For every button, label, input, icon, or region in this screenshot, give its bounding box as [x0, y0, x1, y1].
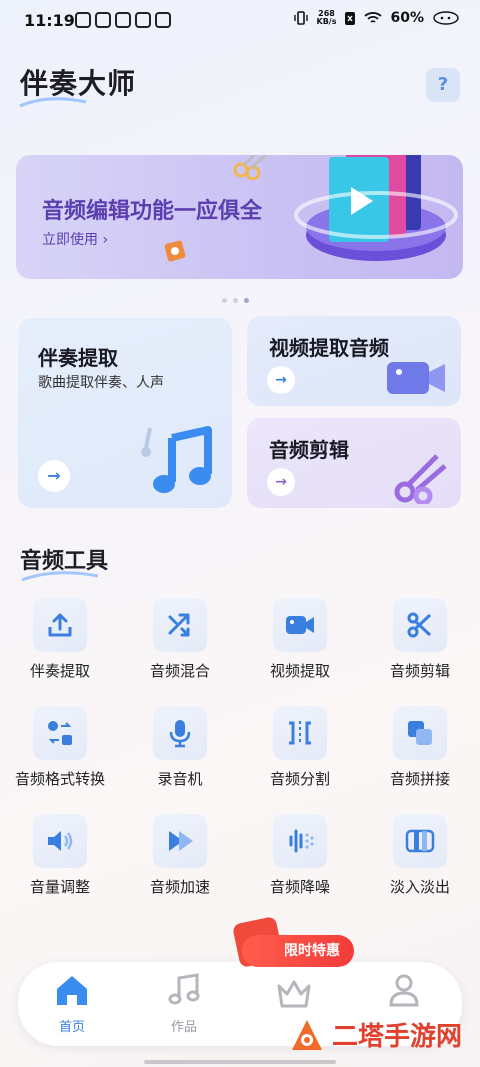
video-camera-icon [387, 362, 445, 394]
battery-level: 60% [390, 10, 424, 26]
volume-icon [33, 814, 87, 868]
fade-icon [393, 814, 447, 868]
vibrate-icon [293, 11, 308, 25]
scissors-decoration-icon [233, 155, 268, 180]
tool-label: 伴奏提取 [29, 662, 90, 680]
music-note-icon [168, 973, 200, 1005]
tool-fade[interactable]: 淡入淡出 [370, 814, 470, 897]
microphone-icon [153, 706, 207, 760]
nav-vip[interactable] [254, 976, 334, 1014]
card-subtitle: 歌曲提取伴奏、人声 [38, 375, 164, 391]
speed-unit: KB/s [316, 17, 337, 26]
battery-icon [433, 11, 459, 25]
tool-label: 音频加速 [149, 878, 210, 896]
audio-edit-card[interactable]: 音频剪辑 → [247, 418, 461, 508]
status-time: 11:19 [24, 11, 75, 30]
sim-icon [345, 11, 356, 25]
tool-audio-mix[interactable]: 音频混合 [130, 598, 230, 681]
tool-label: 录音机 [157, 770, 203, 788]
merge-icon [393, 706, 447, 760]
tool-label: 视频提取 [269, 662, 330, 680]
nav-home[interactable]: 首页 [32, 972, 112, 1035]
wifi-icon [364, 12, 383, 23]
crown-icon [277, 980, 311, 1008]
card-title: 伴奏提取 [38, 346, 118, 370]
tool-audio-split[interactable]: 音频分割 [250, 706, 350, 789]
tool-accompaniment-extract[interactable]: 伴奏提取 [10, 598, 110, 681]
tool-label: 音频降噪 [269, 878, 330, 896]
user-icon [389, 974, 419, 1007]
tool-label: 音频拼接 [389, 770, 450, 788]
nav-profile[interactable] [364, 972, 444, 1012]
app-notification-icon [135, 12, 151, 28]
card-title: 视频提取音频 [269, 336, 389, 360]
tool-label: 音频格式转换 [14, 770, 105, 788]
home-icon [57, 976, 87, 1005]
cube-decoration-icon [164, 240, 186, 262]
convert-icon [33, 706, 87, 760]
arrow-right-button[interactable]: → [267, 468, 295, 496]
split-icon [273, 706, 327, 760]
network-speed: 268 KB/s [317, 10, 337, 26]
shuffle-icon [153, 598, 207, 652]
upload-icon [33, 598, 87, 652]
tool-audio-edit[interactable]: 音频剪辑 [370, 598, 470, 681]
tool-label: 淡入淡出 [389, 878, 450, 896]
banner-cta[interactable]: 立即使用 › [42, 229, 108, 249]
pagination-dot-active [244, 298, 249, 303]
tool-video-extract[interactable]: 视频提取 [250, 598, 350, 681]
status-bar: 11:19 268 KB/s 60% [0, 0, 480, 44]
arrow-right-button[interactable]: → [267, 366, 295, 394]
tool-audio-speed[interactable]: 音频加速 [130, 814, 230, 897]
nav-label: 首页 [58, 1020, 85, 1035]
scissors-icon [393, 598, 447, 652]
app-notification-icon [115, 12, 131, 28]
tool-recorder[interactable]: 录音机 [130, 706, 230, 789]
video-camera-icon [273, 598, 327, 652]
tool-label: 音量调整 [29, 878, 90, 896]
pagination-dot [233, 298, 238, 303]
banner-pagination [222, 298, 249, 303]
tool-volume-adjust[interactable]: 音量调整 [10, 814, 110, 897]
tool-format-convert[interactable]: 音频格式转换 [10, 706, 110, 789]
nav-label: 作品 [170, 1020, 197, 1035]
accompaniment-extract-card[interactable]: 伴奏提取 歌曲提取伴奏、人声 → [18, 318, 232, 508]
noise-reduction-icon [273, 814, 327, 868]
tool-label: 音频分割 [269, 770, 330, 788]
title-swoosh-decoration [19, 97, 87, 108]
video-stack-illustration [294, 155, 458, 261]
card-title: 音频剪辑 [269, 438, 349, 462]
app-notification-icon [95, 12, 111, 28]
arrow-right-button[interactable]: → [38, 460, 70, 492]
help-button[interactable]: ? [426, 68, 460, 102]
tool-label: 音频剪辑 [389, 662, 450, 680]
nav-works[interactable]: 作品 [144, 972, 224, 1035]
tool-noise-reduction[interactable]: 音频降噪 [250, 814, 350, 897]
watermark-logo-icon [292, 1019, 322, 1050]
limited-offer-badge[interactable]: 限时特惠 [242, 935, 354, 967]
watermark-text: 二塔手游网 [332, 1022, 463, 1052]
video-extract-audio-card[interactable]: 视频提取音频 → [247, 316, 461, 406]
section-swoosh-decoration [21, 571, 99, 582]
app-notification-icon [75, 12, 91, 28]
music-note-icon [141, 426, 212, 493]
site-watermark: 二塔手游网 [290, 1016, 462, 1053]
fast-forward-icon [153, 814, 207, 868]
status-right: 268 KB/s 60% [293, 10, 461, 26]
banner-cta-label: 立即使用 [42, 232, 98, 248]
banner-title: 音频编辑功能一应俱全 [42, 199, 263, 224]
home-indicator [144, 1060, 336, 1064]
app-notification-icon [155, 12, 171, 28]
pagination-dot [222, 298, 227, 303]
notification-icons [75, 12, 171, 28]
tool-audio-merge[interactable]: 音频拼接 [370, 706, 470, 789]
promo-banner[interactable]: 音频编辑功能一应俱全 立即使用 › [16, 155, 463, 279]
scissors-icon [394, 454, 447, 504]
chevron-right-icon: › [98, 232, 109, 248]
tool-label: 音频混合 [149, 662, 210, 680]
